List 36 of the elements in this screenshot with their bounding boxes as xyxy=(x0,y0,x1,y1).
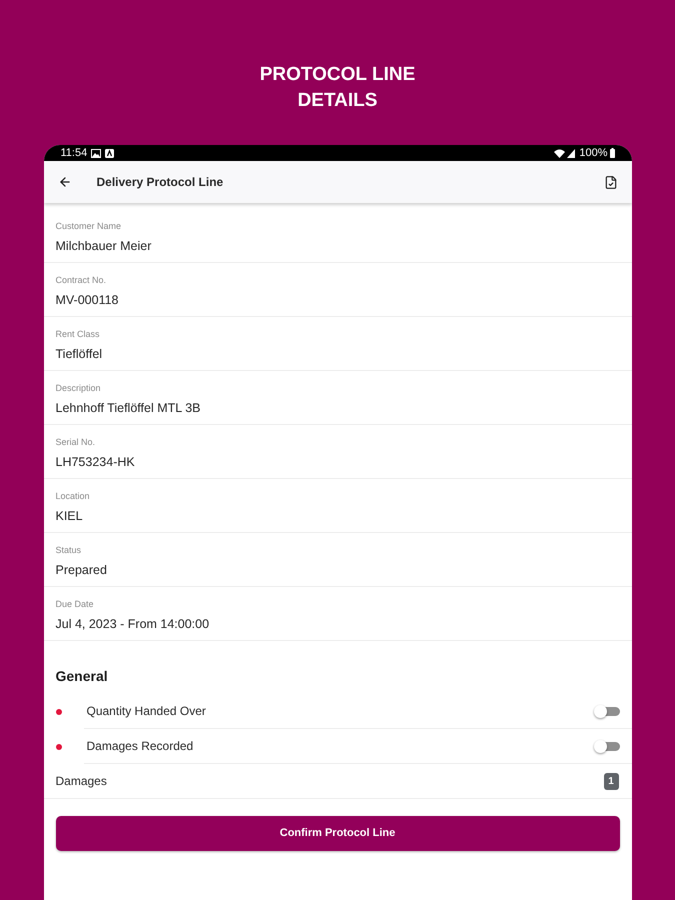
field-label: Status xyxy=(56,544,82,556)
count-badge: 1 xyxy=(604,772,618,790)
field-label: Customer Name xyxy=(56,220,122,232)
field-label: Rent Class xyxy=(56,328,101,340)
field-value: Jul 4, 2023 - From 14:00:00 xyxy=(56,616,210,632)
field-value: Prepared xyxy=(56,562,108,578)
field-value: Tieflöffel xyxy=(56,346,104,362)
notification-icon xyxy=(105,148,114,158)
status-time: 11:54 xyxy=(60,146,88,161)
confirm-button[interactable]: Confirm Protocol Line xyxy=(56,816,620,851)
page-heading: PROTOCOL LINE DETAILS xyxy=(258,63,416,113)
field-value: Milchbauer Meier xyxy=(56,238,152,254)
section-heading: General xyxy=(56,667,109,686)
field-label: Due Date xyxy=(56,598,95,610)
row-label: Damages Recorded xyxy=(86,738,194,755)
battery-icon xyxy=(610,148,614,158)
field-value: MV-000118 xyxy=(56,292,120,308)
document-check-icon xyxy=(604,174,618,190)
field-label: Serial No. xyxy=(56,436,96,448)
field-value: KIEL xyxy=(56,508,84,524)
field-label: Location xyxy=(56,490,91,502)
signal-icon xyxy=(567,148,576,158)
battery-percent: 100% xyxy=(579,146,608,161)
field-value: Lehnhoff Tieflöffel MTL 3B xyxy=(56,400,202,416)
app-bar-title: Delivery Protocol Line xyxy=(96,174,224,191)
row-label: Damages xyxy=(56,773,107,790)
toggle-switch[interactable] xyxy=(594,704,620,718)
field-value: LH753234-HK xyxy=(56,454,136,470)
back-button[interactable] xyxy=(58,175,72,189)
row-label: Quantity Handed Over xyxy=(86,703,206,720)
field-label: Description xyxy=(56,382,102,394)
wifi-icon xyxy=(554,148,566,158)
toggle-switch[interactable] xyxy=(594,740,620,752)
image-icon xyxy=(91,148,102,158)
document-button[interactable] xyxy=(604,174,618,190)
field-label: Contract No. xyxy=(56,274,108,286)
